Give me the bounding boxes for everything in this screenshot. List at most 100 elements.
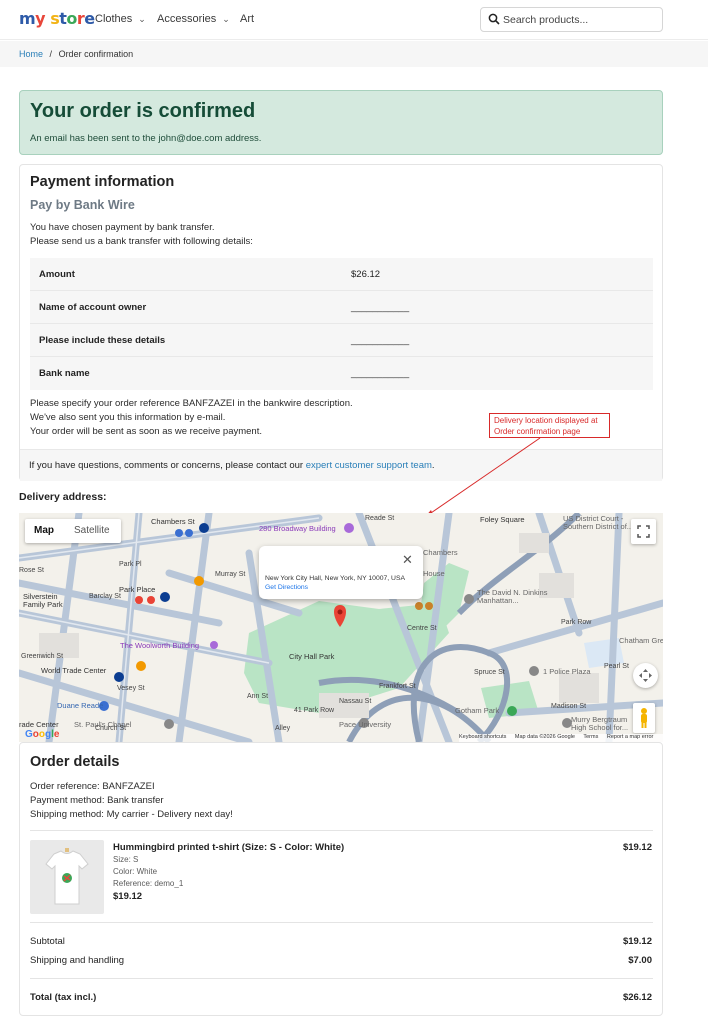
map-camera-control[interactable] bbox=[633, 663, 658, 688]
divider bbox=[30, 830, 653, 831]
row-value: ___________ bbox=[351, 302, 410, 313]
get-directions-link[interactable]: Get Directions bbox=[265, 584, 308, 591]
payment-note-1: Please specify your order reference BANF… bbox=[30, 398, 353, 409]
map-label: The David N. Dinkins Manhattan... bbox=[477, 588, 548, 605]
annotation-line-2: Order confirmation page bbox=[494, 427, 581, 436]
product-line-total: $19.12 bbox=[622, 842, 652, 853]
nav-item-clothes[interactable]: Clothes ⌄ bbox=[95, 13, 146, 25]
total-label: Total (tax incl.) bbox=[30, 992, 97, 1003]
map-label: World Trade Center bbox=[41, 666, 107, 675]
map-label: Ann St bbox=[247, 693, 269, 700]
row-label: Please include these details bbox=[39, 335, 166, 346]
delivery-map[interactable]: Chambers St 280 Broadway Building Reade … bbox=[19, 513, 663, 742]
map-label: Murray St bbox=[215, 571, 246, 578]
product-color: Color: White bbox=[113, 867, 158, 876]
breadcrumb-home-link[interactable]: Home bbox=[19, 49, 43, 59]
payment-title: Payment information bbox=[30, 174, 175, 190]
map-label: Pace University bbox=[339, 720, 392, 729]
map-attribution: Keyboard shortcuts Map data ©2026 Google… bbox=[459, 734, 663, 742]
map-label: Park Pl bbox=[119, 561, 142, 568]
map-data-text: Map data ©2026 Google bbox=[514, 734, 575, 740]
map-label: Rose St bbox=[19, 567, 44, 574]
breadcrumb: Home / Order confirmation bbox=[0, 41, 708, 67]
row-value: ___________ bbox=[351, 335, 410, 346]
map-label: House bbox=[423, 569, 445, 578]
support-text: If you have questions, comments or conce… bbox=[29, 460, 435, 471]
nav-label: Accessories bbox=[157, 13, 217, 25]
logo-letter: e bbox=[84, 9, 95, 28]
map-label: Foley Square bbox=[480, 515, 525, 524]
map-label: Murry Bergtraum High School for... bbox=[571, 715, 629, 732]
product-image bbox=[30, 840, 104, 914]
order-confirmed-alert: Your order is confirmed An email has bee… bbox=[19, 90, 663, 155]
map-type-toggle: Map Satellite bbox=[25, 519, 121, 543]
terms-link[interactable]: Terms bbox=[583, 734, 598, 740]
support-link[interactable]: expert customer support team bbox=[306, 460, 432, 471]
logo-letter: m bbox=[19, 9, 36, 28]
shipping-value: $7.00 bbox=[628, 955, 652, 966]
keyboard-shortcuts-link[interactable]: Keyboard shortcuts bbox=[459, 734, 506, 740]
map-label: 280 Broadway Building bbox=[259, 524, 336, 533]
map-label: Church St bbox=[95, 725, 127, 732]
map-label: Duane Reade bbox=[57, 701, 104, 710]
payment-method-title: Pay by Bank Wire bbox=[30, 198, 135, 212]
map-label: The Woolworth Building bbox=[120, 641, 200, 650]
annotation-line-1: Delivery location displayed at bbox=[494, 416, 598, 425]
google-logo: Google bbox=[25, 729, 59, 740]
order-details-title: Order details bbox=[30, 754, 120, 770]
search-icon[interactable] bbox=[488, 13, 500, 25]
fullscreen-icon bbox=[637, 525, 650, 538]
map-label: Silverstein Family Park bbox=[23, 592, 63, 609]
nav-item-accessories[interactable]: Accessories ⌄ bbox=[157, 13, 230, 25]
map-label: Spruce St bbox=[474, 669, 505, 676]
map-label: Madison St bbox=[551, 703, 587, 710]
table-row: Bank name ___________ bbox=[30, 357, 653, 390]
delivery-address-title: Delivery address: bbox=[19, 491, 107, 503]
close-icon[interactable]: ✕ bbox=[402, 552, 413, 568]
divider bbox=[30, 978, 653, 979]
support-prefix: If you have questions, comments or conce… bbox=[29, 460, 306, 471]
table-row: Name of account owner ___________ bbox=[30, 291, 653, 324]
map-label: rade Center bbox=[19, 720, 59, 729]
subtotal-value: $19.12 bbox=[622, 936, 652, 947]
nav-label: Art bbox=[240, 13, 255, 25]
google-logo-letter: e bbox=[53, 729, 60, 740]
table-row: Amount $26.12 bbox=[30, 258, 653, 291]
row-value: $26.12 bbox=[351, 269, 381, 280]
table-row: Please include these details ___________ bbox=[30, 324, 653, 357]
order-details-card: Order details Order reference: BANFZAZEI… bbox=[19, 742, 663, 1016]
product-size: Size: S bbox=[113, 855, 139, 864]
order-reference: Order reference: BANFZAZEI bbox=[30, 781, 155, 792]
nav-item-art[interactable]: Art bbox=[240, 13, 254, 25]
report-error-link[interactable]: Report a map error bbox=[607, 734, 653, 740]
map-label: Centre St bbox=[407, 625, 437, 632]
chevron-down-icon: ⌄ bbox=[138, 14, 146, 24]
store-logo[interactable]: my store bbox=[19, 9, 95, 28]
map-label: Pearl St bbox=[604, 663, 629, 670]
order-payment-method: Payment method: Bank transfer bbox=[30, 795, 164, 806]
map-info-window: ✕ New York City Hall, New York, NY 10007… bbox=[259, 546, 423, 599]
row-value: ___________ bbox=[351, 368, 410, 379]
map-label: Chambers bbox=[423, 548, 458, 557]
map-label: Nassau St bbox=[339, 698, 372, 705]
move-icon bbox=[639, 669, 652, 682]
product-name[interactable]: Hummingbird printed t-shirt (Size: S - C… bbox=[113, 842, 344, 853]
site-header: my store Clothes ⌄ Accessories ⌄ Art bbox=[0, 0, 708, 40]
map-label: Frankfort St bbox=[379, 683, 416, 690]
nav-label: Clothes bbox=[95, 13, 133, 25]
logo-letter: o bbox=[66, 9, 77, 28]
row-label: Name of account owner bbox=[39, 302, 147, 313]
search-input[interactable] bbox=[503, 12, 658, 28]
breadcrumb-current: Order confirmation bbox=[58, 49, 134, 59]
map-label: Vesey St bbox=[117, 685, 145, 692]
google-logo-letter: G bbox=[25, 729, 33, 740]
annotation-callout: Delivery location displayed at Order con… bbox=[489, 413, 610, 438]
logo-letter: s bbox=[50, 9, 60, 28]
satellite-view-button[interactable]: Satellite bbox=[74, 525, 110, 536]
bank-details-table: Amount $26.12 Name of account owner ____… bbox=[30, 258, 653, 390]
map-view-button[interactable]: Map bbox=[34, 525, 54, 536]
map-label: City Hall Park bbox=[289, 652, 335, 661]
street-view-pegman[interactable] bbox=[633, 703, 655, 733]
fullscreen-button[interactable] bbox=[631, 519, 656, 544]
page-title: Your order is confirmed bbox=[30, 100, 256, 122]
